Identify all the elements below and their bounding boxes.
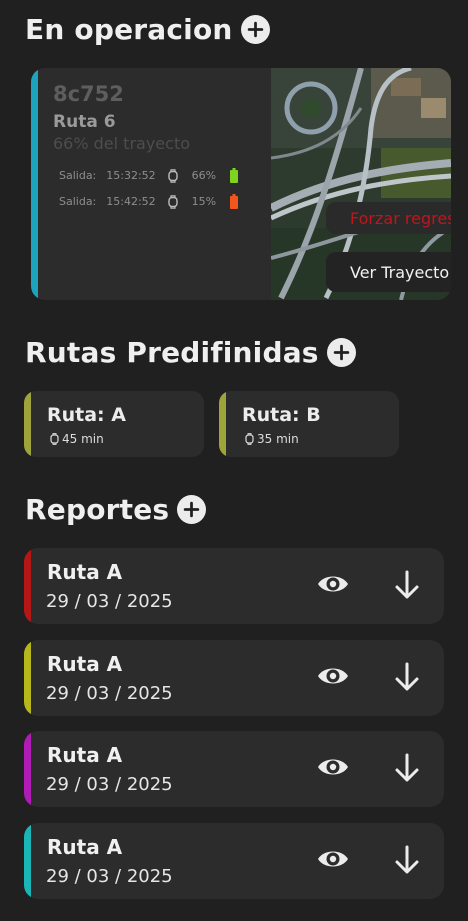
route-card-title: Ruta: B bbox=[242, 404, 321, 426]
section-in-operation: En operacion bbox=[25, 13, 270, 46]
battery-percentage: 66% bbox=[191, 169, 217, 182]
smartwatch-icon bbox=[167, 168, 178, 183]
report-date: 29 / 03 / 2025 bbox=[46, 866, 173, 887]
battery-percentage: 15% bbox=[191, 195, 217, 208]
section-predefined-routes: Rutas Predifinidas bbox=[25, 336, 356, 369]
section-reports: Reportes bbox=[25, 493, 207, 526]
departure-time: 15:42:52 bbox=[106, 195, 156, 208]
report-date: 29 / 03 / 2025 bbox=[46, 683, 173, 704]
battery-icon bbox=[230, 194, 239, 209]
download-icon[interactable] bbox=[394, 570, 420, 600]
route-duration: 35 min bbox=[244, 432, 299, 446]
force-return-button[interactable]: Forzar regreso bbox=[326, 202, 451, 234]
route-accent-stripe bbox=[24, 391, 31, 457]
section-title-reports: Reportes bbox=[25, 493, 170, 526]
report-accent-stripe bbox=[24, 640, 31, 716]
eye-icon[interactable] bbox=[317, 754, 349, 780]
smartwatch-icon bbox=[245, 433, 254, 445]
eye-icon[interactable] bbox=[317, 663, 349, 689]
eye-icon[interactable] bbox=[317, 571, 349, 597]
battery-icon bbox=[230, 168, 239, 183]
route-duration-text: 45 min bbox=[62, 432, 104, 446]
report-card[interactable]: Ruta A 29 / 03 / 2025 bbox=[24, 823, 444, 899]
download-icon[interactable] bbox=[394, 753, 420, 783]
departure-time: 15:32:52 bbox=[106, 169, 156, 182]
operation-accent-stripe bbox=[31, 68, 38, 300]
report-card[interactable]: Ruta A 29 / 03 / 2025 bbox=[24, 548, 444, 624]
route-name: Ruta 6 bbox=[53, 112, 116, 132]
report-card[interactable]: Ruta A 29 / 03 / 2025 bbox=[24, 640, 444, 716]
eye-icon[interactable] bbox=[317, 846, 349, 872]
report-route: Ruta A bbox=[47, 743, 123, 767]
route-card-title: Ruta: A bbox=[47, 404, 126, 426]
smartwatch-icon bbox=[167, 194, 178, 209]
report-route: Ruta A bbox=[47, 835, 123, 859]
departure-label: Salida: bbox=[59, 195, 97, 208]
predefined-route-card[interactable]: Ruta: B 35 min bbox=[219, 391, 399, 457]
report-accent-stripe bbox=[24, 823, 31, 899]
plus-icon bbox=[184, 501, 200, 518]
report-card[interactable]: Ruta A 29 / 03 / 2025 bbox=[24, 731, 444, 807]
predefined-route-card[interactable]: Ruta: A 45 min bbox=[24, 391, 204, 457]
report-accent-stripe bbox=[24, 548, 31, 624]
vehicle-code: 8c752 bbox=[53, 82, 124, 106]
operation-card[interactable]: 8c752 Ruta 6 66% del trayecto Salida: 15… bbox=[31, 68, 451, 300]
route-progress: 66% del trayecto bbox=[53, 134, 191, 153]
download-icon[interactable] bbox=[394, 845, 420, 875]
report-date: 29 / 03 / 2025 bbox=[46, 774, 173, 795]
section-title-predefined-routes: Rutas Predifinidas bbox=[25, 336, 319, 369]
section-title-in-operation: En operacion bbox=[25, 13, 233, 46]
plus-icon bbox=[333, 344, 349, 361]
departure-row: Salida: 15:32:52 66% bbox=[59, 168, 239, 183]
route-duration-text: 35 min bbox=[257, 432, 299, 446]
add-operation-button[interactable] bbox=[240, 15, 270, 44]
departure-row: Salida: 15:42:52 15% bbox=[59, 194, 239, 209]
smartwatch-icon bbox=[50, 433, 59, 445]
view-route-button[interactable]: Ver Trayecto bbox=[326, 252, 451, 292]
add-route-button[interactable] bbox=[326, 338, 356, 367]
add-report-button[interactable] bbox=[177, 495, 207, 524]
plus-icon bbox=[247, 21, 263, 38]
report-route: Ruta A bbox=[47, 560, 123, 584]
report-date: 29 / 03 / 2025 bbox=[46, 591, 173, 612]
route-duration: 45 min bbox=[49, 432, 104, 446]
download-icon[interactable] bbox=[394, 662, 420, 692]
report-accent-stripe bbox=[24, 731, 31, 807]
route-accent-stripe bbox=[219, 391, 226, 457]
report-route: Ruta A bbox=[47, 652, 123, 676]
departure-label: Salida: bbox=[59, 169, 97, 182]
